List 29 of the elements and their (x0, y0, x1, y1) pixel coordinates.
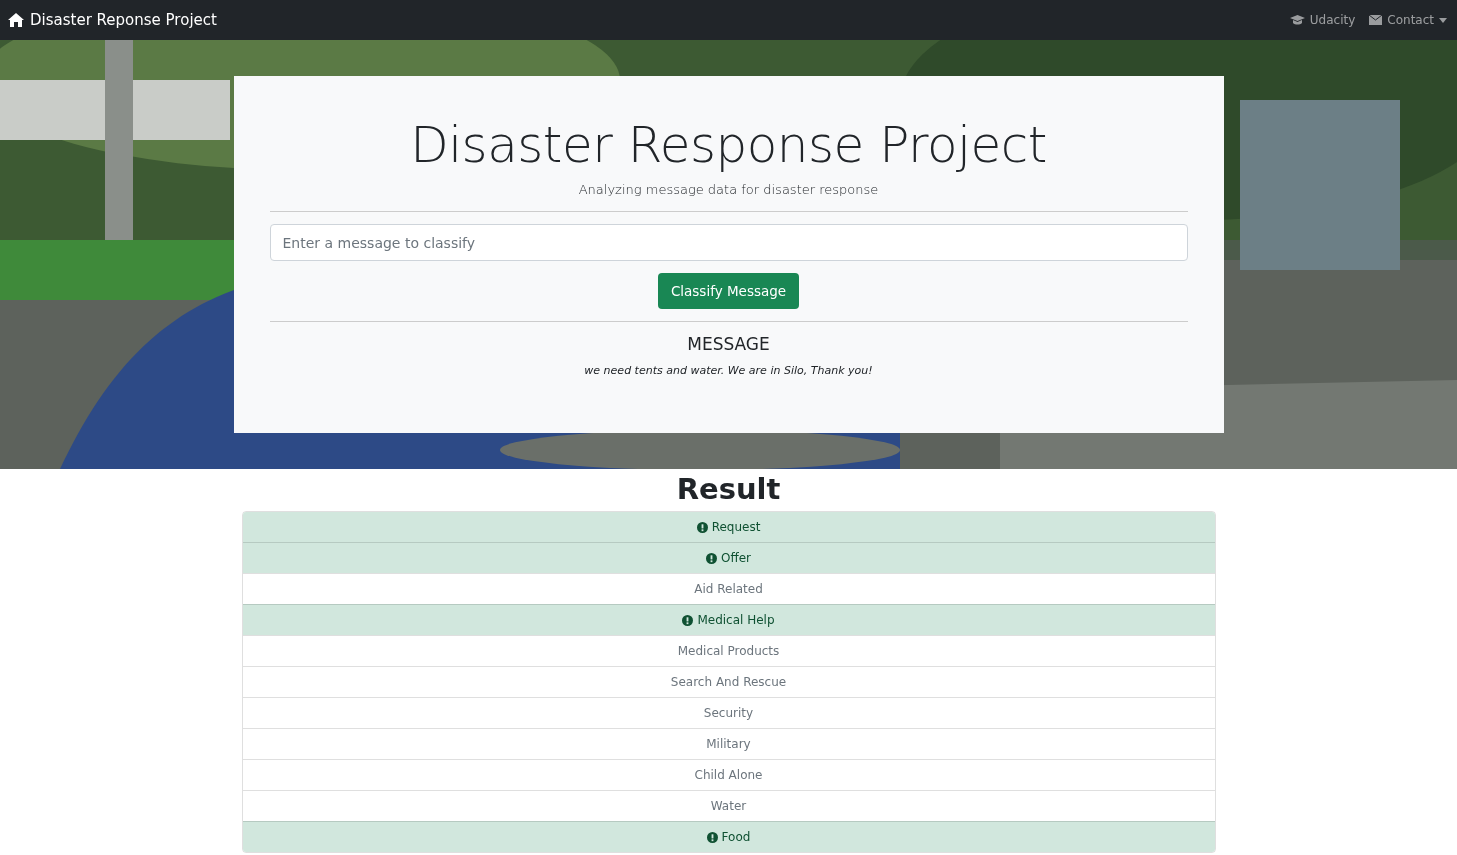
category-label: Medical Help (697, 613, 775, 627)
exclamation-icon (682, 614, 694, 626)
category-label: Request (711, 520, 761, 534)
category-label: Military (706, 737, 751, 751)
exclamation-icon (696, 521, 708, 533)
classify-button[interactable]: Classify Message (657, 273, 800, 309)
message-input[interactable]: Enter a message to classify (269, 224, 1188, 261)
home-icon (8, 13, 24, 27)
envelope-icon (1369, 15, 1383, 25)
caret-icon (1439, 17, 1447, 23)
category-label: Medical Products (677, 644, 780, 658)
message-heading: MESSAGE (687, 334, 770, 354)
message-text: we need tents and water. We are in Silo, Thank you! (584, 364, 873, 377)
category-label: Aid Related (694, 582, 763, 596)
nav-dropdown[interactable]: Contact (1369, 13, 1447, 27)
subtitle: Analyzing message data for disaster response (578, 182, 879, 197)
category-label: Food (721, 830, 751, 844)
exclamation-icon (706, 831, 718, 843)
nav-link[interactable]: Udacity (1289, 13, 1356, 27)
exclamation-icon (706, 552, 717, 564)
category-label: Security (703, 706, 754, 720)
category-label: Search And Rescue (670, 675, 787, 689)
navbar-brand[interactable]: Disaster Reponse Project (8, 11, 217, 29)
category-label: Water (710, 799, 747, 813)
category-label: Offer (721, 551, 751, 565)
graduation-cap-icon (1289, 15, 1305, 25)
result-title: Result (675, 471, 782, 508)
category-label: Child Alone (694, 768, 763, 782)
page-title: Disaster Response Project (410, 116, 1047, 174)
